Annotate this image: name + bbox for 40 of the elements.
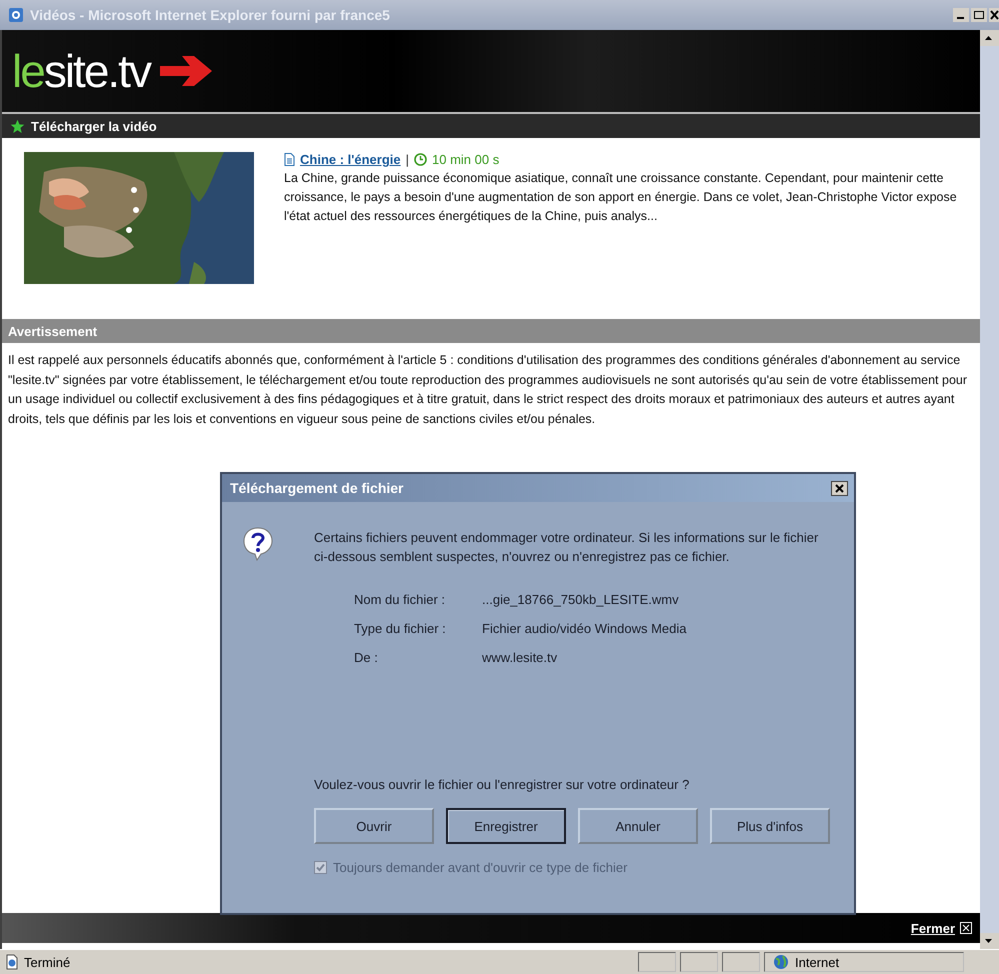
video-title-link[interactable]: Chine : l'énergie (300, 152, 401, 167)
maximize-icon[interactable] (971, 8, 987, 22)
close-box-icon[interactable] (960, 922, 972, 934)
browser-icon (8, 7, 24, 23)
separator: | (406, 152, 410, 167)
status-pane (638, 952, 676, 972)
video-description: La Chine, grande puissance économique asiatique, connaît une croissance constante. Cependant, pour maintenir cette croissance, le pays a besoin d'une augmentation de son apport en énergie. Dans ce volet, Jean-Christophe Victor expose l'état actuel des ressources énergétiques de la Chine, puis analys... (284, 170, 958, 225)
zone-text: Internet (795, 954, 840, 970)
close-icon[interactable] (989, 8, 999, 22)
field-value: Fichier audio/vidéo Windows Media (482, 621, 688, 636)
minimize-icon[interactable] (953, 8, 969, 22)
dialog-button[interactable]: Annuler (578, 808, 698, 844)
star-icon (10, 118, 25, 134)
globe-icon (773, 954, 789, 970)
window-title: Vidéos - Microsoft Internet Explorer fourni par france5 (30, 7, 390, 23)
status-pane (722, 952, 760, 972)
page-icon (4, 954, 20, 970)
field-value: www.lesite.tv (482, 650, 558, 665)
status-pane (680, 952, 718, 972)
document-icon (284, 153, 295, 166)
field-label: Type du fichier : (354, 621, 447, 636)
video-duration: 10 min 00 s (432, 152, 500, 167)
field-value: ...gie_18766_750kb_LESITE.wmv (482, 592, 680, 607)
warning-text: Il est rappelé aux personnels éducatifs abonnés que, conformément à l'article 5 : conditions d'utilisation des programmes des conditions générales d'abonnement au service "lesite.tv" signées par votre établissement, le téléchargement et/ou toute reproduction des programmes audiovisuels ne sont autorisés qu'au sein de votre établissement pour un usage individuel ou collectif exclusivement à des fins pédagogiques et à titre gratuit, dans le strict respect des droits moraux et patrimoniaux des auteurs et autres ayant droits, tels que définis par les lois et conventions en vigueur sous peine de sanctions civiles et/ou pénales. (8, 352, 968, 428)
dialog-button[interactable]: Ouvrir (314, 808, 434, 844)
clock-icon (414, 153, 428, 166)
section-title: Télécharger la vidéo (31, 118, 157, 134)
dialog-title: Téléchargement de fichier (230, 480, 404, 496)
dialog-question: Voulez-vous ouvrir le fichier ou l'enregistrer sur votre ordinateur ? (314, 777, 690, 792)
close-link[interactable]: Fermer (910, 920, 955, 936)
site-logo[interactable]: lesite.tv (12, 44, 150, 98)
warning-header: Avertissement (2, 319, 980, 343)
field-label: De : (354, 650, 379, 665)
warning-message: Certains fichiers peuvent endommager votre ordinateur. Si les informations sur le fichier ci-dessous semblent suspectes, n'ouvrez ou n'enregistrez pas ce fichier. (314, 529, 820, 566)
close-icon[interactable] (831, 480, 848, 496)
dialog-button[interactable]: Plus d'infos (710, 808, 830, 844)
question-icon (242, 526, 274, 562)
field-label: Nom du fichier : (354, 592, 446, 607)
status-text: Terminé (24, 954, 72, 970)
dialog-button[interactable]: Enregistrer (446, 808, 566, 844)
